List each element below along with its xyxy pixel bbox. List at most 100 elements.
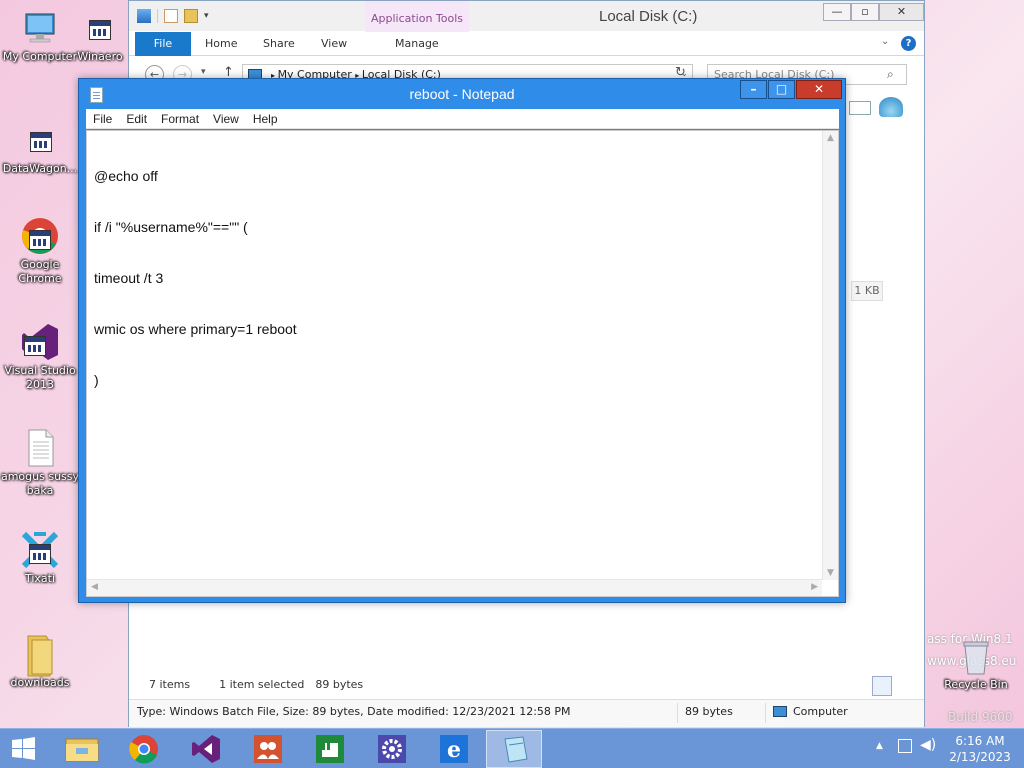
- minimize-button[interactable]: –: [740, 80, 767, 99]
- file-size-cell: 1 KB: [851, 281, 883, 301]
- desktop-icon-google-chrome[interactable]: Google Chrome: [0, 216, 80, 286]
- details-pane-icon[interactable]: [849, 101, 871, 115]
- taskbar-internet-explorer[interactable]: e: [426, 730, 482, 768]
- selection-size: 89 bytes: [315, 678, 364, 691]
- chrome-icon: [20, 216, 60, 256]
- menu-format[interactable]: Format: [154, 109, 206, 128]
- folder-icon: [65, 738, 99, 762]
- properties-icon[interactable]: [137, 9, 151, 23]
- desktop-icon-my-computer[interactable]: My Computer: [0, 8, 80, 64]
- windows-logo-icon: [12, 737, 35, 760]
- window-title: reboot - Notepad: [409, 86, 515, 102]
- text-editor[interactable]: @echo off if /i "%username%"=="" ( timeo…: [86, 130, 839, 597]
- quick-access-toolbar: ▾: [137, 7, 218, 25]
- search-icon[interactable]: ⌕: [887, 67, 894, 82]
- start-button[interactable]: [0, 730, 48, 768]
- large-icons-view-icon[interactable]: [894, 676, 914, 696]
- new-document-icon[interactable]: [164, 9, 178, 23]
- app-icon: [80, 8, 120, 48]
- taskbar-people[interactable]: [240, 730, 296, 768]
- desktop-icon-downloads[interactable]: downloads: [0, 634, 80, 690]
- scroll-up-icon[interactable]: ▲: [827, 133, 834, 143]
- menu-view[interactable]: View: [206, 109, 246, 128]
- show-hidden-icons[interactable]: ▲: [876, 741, 883, 751]
- tab-share[interactable]: Share: [263, 32, 295, 56]
- text-line: wmic os where primary=1 reboot: [94, 321, 297, 337]
- window-title: Local Disk (C:): [599, 8, 698, 25]
- desktop-icon-label: DataWagon...: [2, 162, 78, 175]
- taskbar-notepad[interactable]: [486, 730, 542, 768]
- help-icon[interactable]: ?: [901, 36, 916, 51]
- people-icon: [254, 735, 282, 763]
- desktop-icon-label: My Computer: [2, 50, 78, 63]
- scroll-right-icon[interactable]: ▶: [811, 582, 818, 592]
- menu-file[interactable]: File: [86, 109, 119, 128]
- chevron-down-icon[interactable]: ▾: [204, 9, 218, 23]
- desktop-icon-label: Recycle Bin: [944, 678, 1008, 691]
- computer-icon: [20, 8, 60, 48]
- app-icon: [20, 120, 60, 160]
- tab-file[interactable]: File: [135, 32, 191, 56]
- clock-time: 6:16 AM: [955, 734, 1005, 748]
- window-controls: – □ ✕: [740, 80, 842, 99]
- menu-bar: File Edit Format View Help: [86, 109, 839, 129]
- scroll-left-icon[interactable]: ◀: [91, 582, 98, 592]
- taskbar-chrome[interactable]: [116, 730, 172, 768]
- desktop-icon-label: Tixati: [24, 572, 56, 585]
- clock-date: 2/13/2023: [949, 750, 1011, 764]
- desktop-icon-amogus-sussy-baka[interactable]: amogus sussy baka: [0, 428, 80, 498]
- system-clock[interactable]: 6:16 AM 2/13/2023: [942, 733, 1018, 765]
- tab-view[interactable]: View: [321, 32, 347, 56]
- desktop-icon-label: Visual Studio 2013: [4, 364, 76, 391]
- recent-locations-icon[interactable]: ▾: [201, 67, 206, 77]
- visual-studio-icon: [20, 322, 60, 362]
- new-folder-icon[interactable]: [184, 9, 198, 23]
- pane-tools: [849, 97, 903, 117]
- desktop-icon-label: Winaero: [77, 50, 123, 63]
- taskbar-visual-studio[interactable]: [178, 730, 234, 768]
- horizontal-scrollbar[interactable]: ◀ ▶: [87, 579, 822, 596]
- tab-manage[interactable]: Manage: [395, 32, 439, 56]
- vertical-scrollbar[interactable]: ▲ ▼: [822, 131, 838, 580]
- shell-icon[interactable]: [879, 97, 903, 117]
- taskbar-file-explorer[interactable]: [54, 730, 110, 768]
- notepad-window[interactable]: reboot - Notepad – □ ✕ File Edit Format …: [78, 78, 846, 603]
- maximize-button[interactable]: □: [768, 80, 795, 99]
- text-file-icon: [20, 428, 60, 468]
- selection-count: 1 item selected: [219, 678, 305, 691]
- chevron-down-icon[interactable]: ⌄: [881, 36, 889, 47]
- menu-edit[interactable]: Edit: [119, 109, 154, 128]
- desktop-icon-label: amogus sussy baka: [0, 470, 80, 497]
- gear-icon: [378, 735, 406, 763]
- volume-icon[interactable]: ◀): [920, 737, 936, 753]
- recycle-bin-icon: [961, 636, 991, 676]
- menu-help[interactable]: Help: [246, 109, 285, 128]
- text-line: if /i "%username%"=="" (: [94, 219, 248, 235]
- svg-text:e: e: [447, 737, 461, 763]
- status-bar: 7 items 1 item selected 89 bytes: [149, 678, 363, 691]
- editor-content[interactable]: @echo off if /i "%username%"=="" ( timeo…: [94, 134, 297, 423]
- desktop-icon-winaero[interactable]: Winaero: [70, 8, 130, 72]
- text-line: ): [94, 372, 99, 388]
- desktop-icon-datawagon[interactable]: DataWagon...: [0, 120, 80, 176]
- explorer-titlebar[interactable]: ▾ Application Tools Local Disk (C:) — ▫ …: [129, 1, 924, 33]
- details-view-icon[interactable]: [872, 676, 892, 696]
- file-info: Type: Windows Batch File, Size: 89 bytes…: [137, 705, 571, 718]
- visual-studio-icon: [192, 735, 220, 763]
- folder-icon: [20, 634, 60, 677]
- minimize-button[interactable]: —: [823, 3, 851, 21]
- taskbar: e ▲ ◀) 6:16 AM 2/13/2023: [0, 728, 1024, 768]
- close-button[interactable]: ✕: [879, 3, 924, 21]
- tixati-icon: [20, 530, 60, 570]
- text-line: @echo off: [94, 168, 158, 184]
- desktop-icon-recycle-bin[interactable]: Recycle Bin: [936, 636, 1016, 692]
- desktop-icon-visual-studio[interactable]: Visual Studio 2013: [0, 322, 80, 392]
- scroll-down-icon[interactable]: ▼: [827, 568, 834, 578]
- desktop-icon-tixati[interactable]: Tixati: [0, 530, 80, 586]
- taskbar-store[interactable]: [302, 730, 358, 768]
- maximize-button[interactable]: ▫: [851, 3, 879, 21]
- taskbar-settings[interactable]: [364, 730, 420, 768]
- tab-home[interactable]: Home: [205, 32, 237, 56]
- close-button[interactable]: ✕: [796, 80, 842, 99]
- network-icon[interactable]: [898, 739, 912, 753]
